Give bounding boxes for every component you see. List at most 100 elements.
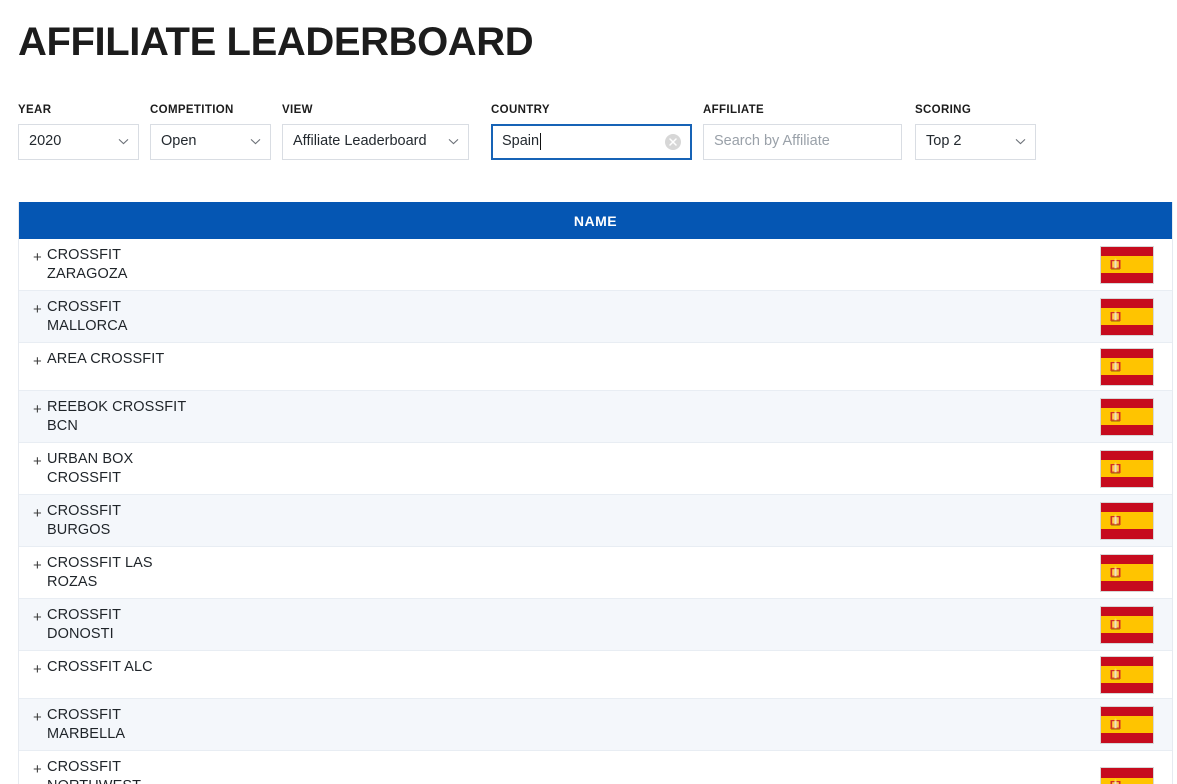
filter-competition: COMPETITION Open — [150, 104, 271, 160]
table-row[interactable]: + CROSSFIT BURGOS — [19, 495, 1172, 547]
table-row[interactable]: +CROSSFITNORTHWESTPATERNA — [19, 751, 1172, 784]
expand-row-icon[interactable]: + — [19, 751, 47, 777]
affiliate-name: CROSSFIT DONOSTI — [47, 599, 1092, 650]
expand-row-icon[interactable]: + — [19, 651, 47, 677]
year-select-value: 2020 — [29, 133, 62, 150]
filter-view: VIEW Affiliate Leaderboard — [282, 104, 469, 160]
filter-competition-label: COMPETITION — [150, 104, 234, 116]
country-flag-cell — [1092, 391, 1172, 442]
filter-year-label: YEAR — [18, 104, 52, 116]
affiliate-name: REEBOK CROSSFIT BCN — [47, 391, 1092, 442]
table-row[interactable]: + CROSSFIT DONOSTI — [19, 599, 1172, 651]
affiliate-name-line: URBAN BOX — [47, 451, 134, 467]
filter-scoring-label: SCORING — [915, 104, 972, 116]
country-flag-cell — [1092, 547, 1172, 598]
affiliate-name-line: DONOSTI — [47, 626, 114, 642]
affiliate-leaderboard-page: AFFILIATE LEADERBOARD YEAR 2020 COMPETIT… — [0, 0, 1177, 784]
affiliate-name-line: BURGOS — [47, 522, 111, 538]
table-body: + CROSSFIT ZARAGOZA + CROSSFIT MALLORCA + AREA … — [19, 239, 1172, 784]
expand-row-icon[interactable]: + — [19, 495, 47, 521]
affiliate-input[interactable]: Search by Affiliate — [703, 123, 902, 160]
table-row[interactable]: + CROSSFIT ZARAGOZA — [19, 239, 1172, 291]
scoring-select-value: Top 2 — [926, 133, 962, 150]
leaderboard-table: NAME + CROSSFIT ZARAGOZA + CROSSFIT MALLORCA +… — [18, 202, 1173, 784]
filter-scoring: SCORING Top 2 — [915, 104, 1036, 160]
affiliate-name-line: CROSSFIT — [47, 759, 122, 775]
spain-flag-icon — [1100, 553, 1154, 592]
expand-row-icon[interactable]: + — [19, 547, 47, 573]
filter-bar: YEAR 2020 COMPETITION Open VIEW Affiliat… — [18, 104, 1036, 160]
affiliate-name-line: ZARAGOZA — [47, 266, 128, 282]
expand-row-icon[interactable]: + — [19, 391, 47, 417]
spain-flag-icon — [1100, 347, 1154, 386]
affiliate-name-line: NORTHWEST — [47, 777, 1092, 784]
expand-row-icon[interactable]: + — [19, 699, 47, 725]
spain-flag-icon — [1100, 767, 1154, 784]
expand-row-icon[interactable]: + — [19, 343, 47, 369]
clear-circle-icon[interactable] — [665, 133, 681, 150]
chevron-down-icon — [118, 136, 129, 147]
spain-flag-icon — [1100, 605, 1154, 644]
filter-country-label: COUNTRY — [491, 104, 550, 116]
year-select[interactable]: 2020 — [18, 123, 139, 160]
affiliate-name-line: ROZAS — [47, 574, 98, 590]
country-flag-cell — [1092, 495, 1172, 546]
table-row[interactable]: + REEBOK CROSSFIT BCN — [19, 391, 1172, 443]
column-header-name: NAME — [573, 212, 618, 229]
affiliate-name-line: CROSSFIT — [47, 299, 122, 315]
chevron-down-icon — [250, 136, 261, 147]
affiliate-name: URBAN BOX CROSSFIT — [47, 443, 1092, 494]
country-flag-cell — [1092, 651, 1172, 698]
country-input-value: Spain — [502, 133, 540, 150]
table-row[interactable]: + URBAN BOX CROSSFIT — [19, 443, 1172, 495]
spain-flag-icon — [1100, 655, 1154, 694]
table-row[interactable]: + AREA CROSSFIT — [19, 343, 1172, 391]
affiliate-name-line: MARBELLA — [47, 726, 126, 742]
affiliate-name-line: CROSSFIT — [47, 607, 122, 623]
table-row[interactable]: + CROSSFIT MALLORCA — [19, 291, 1172, 343]
expand-row-icon[interactable]: + — [19, 291, 47, 317]
affiliate-name-line: BCN — [47, 418, 78, 434]
spain-flag-icon — [1100, 297, 1154, 336]
country-input[interactable]: Spain — [491, 123, 692, 160]
expand-row-icon[interactable]: + — [19, 443, 47, 469]
country-flag-cell — [1092, 443, 1172, 494]
country-flag-cell — [1092, 291, 1172, 342]
expand-row-icon[interactable]: + — [19, 599, 47, 625]
competition-select-value: Open — [161, 133, 197, 150]
country-flag-cell — [1092, 343, 1172, 390]
affiliate-name-line: AREA CROSSFIT — [47, 351, 165, 367]
filter-view-label: VIEW — [282, 104, 313, 116]
competition-select[interactable]: Open — [150, 123, 271, 160]
filter-affiliate-label: AFFILIATE — [703, 104, 765, 116]
affiliate-name-line: CROSSFIT — [47, 470, 122, 486]
affiliate-input-placeholder: Search by Affiliate — [714, 133, 830, 150]
country-flag-cell — [1092, 599, 1172, 650]
affiliate-name: CROSSFIT LAS ROZAS — [47, 547, 1092, 598]
table-row[interactable]: + CROSSFIT MARBELLA — [19, 699, 1172, 751]
chevron-down-icon — [1015, 136, 1026, 147]
scoring-select[interactable]: Top 2 — [915, 123, 1036, 160]
table-row[interactable]: + CROSSFIT ALC — [19, 651, 1172, 699]
affiliate-name-line: CROSSFIT — [47, 247, 122, 263]
affiliate-name: CROSSFIT BURGOS — [47, 495, 1092, 546]
affiliate-name: CROSSFIT ALC — [47, 651, 1092, 683]
text-caret — [540, 133, 542, 150]
affiliate-name: CROSSFIT MALLORCA — [47, 291, 1092, 342]
view-select[interactable]: Affiliate Leaderboard — [282, 123, 469, 160]
affiliate-name: CROSSFITNORTHWESTPATERNA — [47, 751, 1092, 784]
affiliate-name: AREA CROSSFIT — [47, 343, 1092, 375]
view-select-value: Affiliate Leaderboard — [293, 133, 427, 150]
page-title: AFFILIATE LEADERBOARD — [18, 20, 534, 64]
spain-flag-icon — [1100, 449, 1154, 488]
filter-country: COUNTRY Spain — [491, 104, 692, 160]
affiliate-name-line: REEBOK CROSSFIT — [47, 399, 187, 415]
spain-flag-icon — [1100, 501, 1154, 540]
affiliate-name: CROSSFIT MARBELLA — [47, 699, 1092, 750]
expand-row-icon[interactable]: + — [19, 239, 47, 265]
spain-flag-icon — [1100, 397, 1154, 436]
affiliate-name-line: CROSSFIT ALC — [47, 659, 153, 675]
country-flag-cell — [1092, 699, 1172, 750]
affiliate-name: CROSSFIT ZARAGOZA — [47, 239, 1092, 290]
table-row[interactable]: + CROSSFIT LAS ROZAS — [19, 547, 1172, 599]
